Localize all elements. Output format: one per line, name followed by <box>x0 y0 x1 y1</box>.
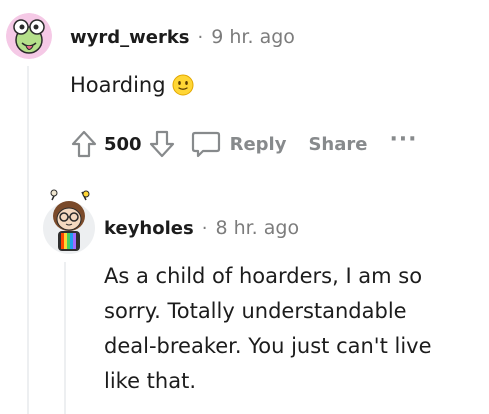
parent-comment-text: Hoarding <box>70 73 166 97</box>
more-options-button[interactable]: ··· <box>389 127 417 152</box>
child-username[interactable]: keyholes <box>104 218 194 239</box>
downvote-icon[interactable] <box>144 126 180 162</box>
parent-comment-meta: wyrd_werks · 9 hr. ago <box>70 26 295 48</box>
child-comment-line: like that. <box>104 369 196 393</box>
meta-separator: · <box>201 218 208 239</box>
parent-avatar[interactable] <box>6 13 52 59</box>
parent-username[interactable]: wyrd_werks <box>70 27 190 48</box>
parent-thread-line[interactable] <box>27 66 29 414</box>
parent-timestamp[interactable]: 9 hr. ago <box>211 26 295 48</box>
vote-score: 500 <box>104 133 142 155</box>
child-comment-line: deal-breaker. You just can't live <box>104 334 432 358</box>
parent-action-bar: 500 Reply Share ··· <box>66 122 418 166</box>
child-comment-meta: keyholes · 8 hr. ago <box>104 217 299 239</box>
comment-button[interactable] <box>190 128 222 160</box>
child-timestamp[interactable]: 8 hr. ago <box>215 217 299 239</box>
reply-button[interactable]: Reply <box>230 134 287 155</box>
comment-bubble-icon <box>191 131 220 158</box>
child-thread-line[interactable] <box>64 262 66 414</box>
share-button[interactable]: Share <box>308 134 367 155</box>
child-avatar[interactable] <box>42 186 96 256</box>
slightly-smiling-face-icon <box>172 72 194 107</box>
meta-separator: · <box>197 27 204 48</box>
child-comment-line: As a child of hoarders, I am so <box>104 264 423 288</box>
snoo-avatar-icon <box>43 189 95 254</box>
child-comment-body: As a child of hoarders, I am so sorry. T… <box>104 259 432 399</box>
frog-avatar-icon <box>6 13 52 59</box>
child-comment-line: sorry. Totally understandable <box>104 299 407 323</box>
upvote-icon[interactable] <box>66 126 102 162</box>
parent-comment-body: Hoarding <box>70 68 194 107</box>
